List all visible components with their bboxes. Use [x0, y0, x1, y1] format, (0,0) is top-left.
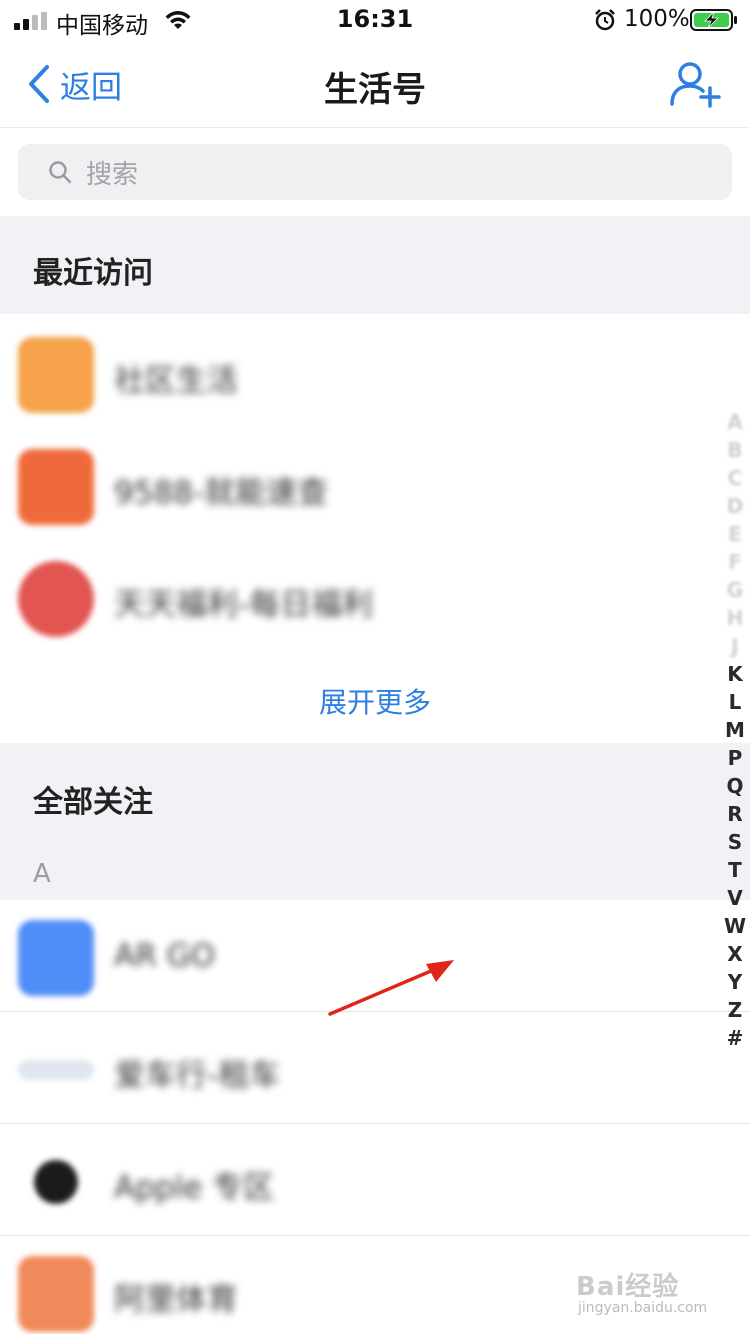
alphabet-index[interactable]: A B C D E F G H J K L M P Q R S T V W X … [720, 408, 750, 1052]
all-follows-section-header: 全部关注 A [0, 743, 750, 900]
index-letter[interactable]: C [720, 464, 750, 492]
navigation-bar: 返回 生活号 [0, 40, 750, 128]
follow-item-2[interactable]: 爱车行-租车 [0, 1012, 750, 1124]
search-icon [49, 161, 72, 184]
account-avatar [18, 1060, 94, 1080]
account-name: AR GO [114, 938, 216, 974]
watermark-brand: Bai经验 [576, 1272, 680, 1302]
account-avatar [18, 561, 94, 637]
recent-item-3[interactable]: 天天福利-每日福利 [0, 541, 750, 653]
recent-item-2[interactable]: 9588-就能速查 [0, 429, 750, 541]
expand-more-label: 展开更多 [318, 686, 431, 719]
index-letter[interactable]: V [720, 884, 750, 912]
account-name: 天天福利-每日福利 [114, 587, 374, 623]
index-letter[interactable]: P [720, 744, 750, 772]
recent-section-title: 最近访问 [33, 256, 153, 291]
index-letter[interactable]: A [720, 408, 750, 436]
expand-more-button[interactable]: 展开更多 [0, 653, 750, 743]
index-letter[interactable]: W [720, 912, 750, 940]
index-letter[interactable]: # [720, 1024, 750, 1052]
status-bar: 中国移动 16:31 100% [0, 0, 750, 40]
account-name: 社区生活 [114, 363, 238, 399]
account-avatar [18, 337, 94, 413]
account-avatar [18, 1256, 94, 1332]
recent-section-header: 最近访问 [0, 216, 750, 314]
index-letter[interactable]: B [720, 436, 750, 464]
index-letter[interactable]: H [720, 604, 750, 632]
add-user-icon[interactable] [668, 60, 722, 108]
annotation-arrow-icon [328, 960, 454, 1016]
index-letter[interactable]: F [720, 548, 750, 576]
index-letter[interactable]: K [720, 660, 750, 688]
index-letter[interactable]: S [720, 828, 750, 856]
index-letter[interactable]: D [720, 492, 750, 520]
account-avatar [34, 1160, 78, 1204]
index-letter[interactable]: G [720, 576, 750, 604]
all-follows-section-title: 全部关注 [33, 785, 153, 820]
group-letter-header: A [33, 859, 51, 889]
index-letter[interactable]: T [720, 856, 750, 884]
index-letter[interactable]: L [720, 688, 750, 716]
account-name: 爱车行-租车 [114, 1058, 281, 1094]
battery-charging-icon [690, 9, 737, 31]
recent-item-1[interactable]: 社区生活 [0, 317, 750, 429]
page-title: 生活号 [324, 70, 426, 110]
account-name: 9588-就能速查 [114, 475, 329, 511]
account-avatar [18, 920, 94, 996]
index-letter[interactable]: R [720, 800, 750, 828]
index-letter[interactable]: Y [720, 968, 750, 996]
follow-item-3[interactable]: Apple 专区 [0, 1124, 750, 1236]
index-letter[interactable]: Q [720, 772, 750, 800]
account-name: 阿里体育 [114, 1282, 238, 1318]
battery-percentage: 100% [624, 6, 690, 32]
watermark-url: jingyan.baidu.com [578, 1300, 708, 1316]
search-area: 搜索 [0, 129, 750, 216]
index-letter[interactable]: J [720, 632, 750, 660]
index-letter[interactable]: Z [720, 996, 750, 1024]
baidu-watermark: Bai经验 jingyan.baidu.com [576, 1266, 726, 1326]
account-name: Apple 专区 [114, 1170, 275, 1206]
index-letter[interactable]: E [720, 520, 750, 548]
alarm-icon [595, 9, 615, 31]
index-letter[interactable]: M [720, 716, 750, 744]
search-input[interactable]: 搜索 [18, 144, 732, 200]
index-letter[interactable]: X [720, 940, 750, 968]
account-avatar [18, 449, 94, 525]
search-placeholder: 搜索 [86, 159, 139, 190]
